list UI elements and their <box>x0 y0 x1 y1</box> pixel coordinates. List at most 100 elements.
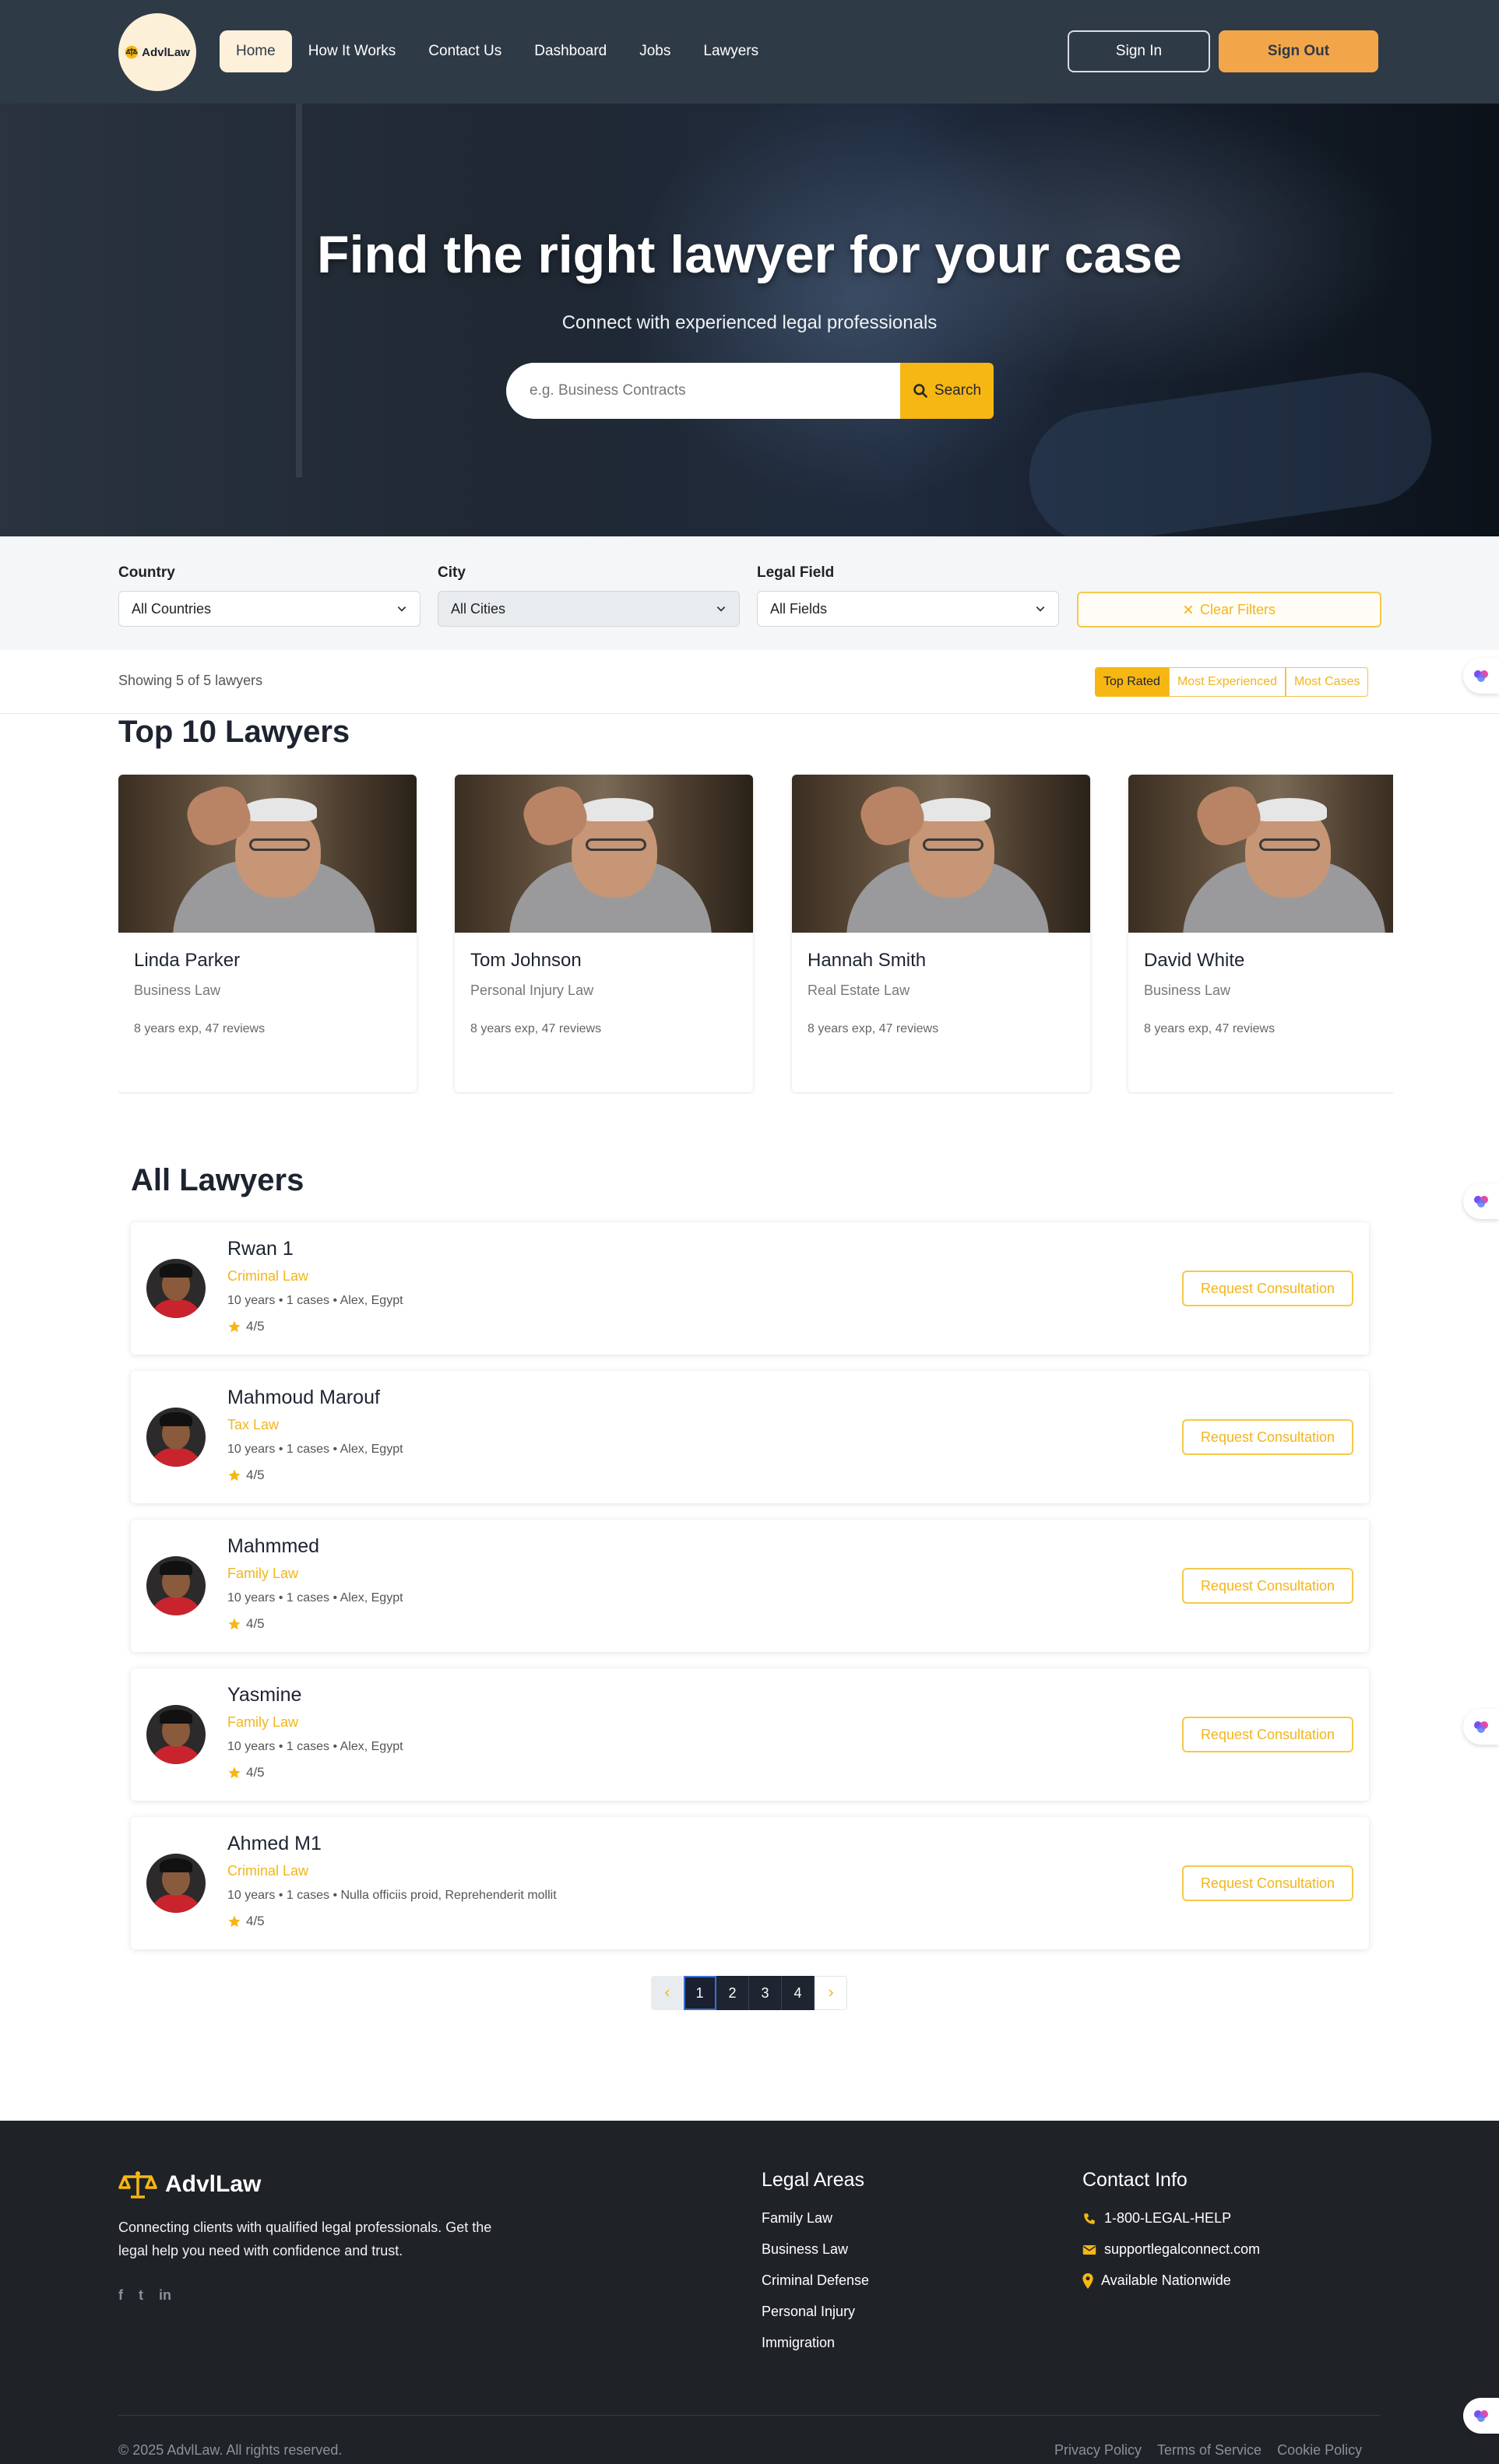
privacy-policy-link[interactable]: Privacy Policy <box>1054 2442 1142 2459</box>
assistant-bubble[interactable] <box>1463 658 1499 694</box>
lawyer-rating: 4/5 <box>227 1468 265 1483</box>
cookie-policy-link[interactable]: Cookie Policy <box>1277 2442 1362 2459</box>
contact-info-title: Contact Info <box>1082 2169 1188 2191</box>
page-4[interactable]: 4 <box>782 1976 815 2010</box>
logo-text: AdvlLaw <box>142 45 190 59</box>
top-lawyer-card[interactable]: Hannah Smith Real Estate Law 8 years exp… <box>792 775 1090 1092</box>
lawyer-name: David White <box>1144 950 1245 971</box>
lawyer-list-item[interactable]: Mahmoud Marouf Tax Law 10 years • 1 case… <box>131 1371 1369 1503</box>
lawyer-name: Hannah Smith <box>808 950 927 971</box>
rating-value: 4/5 <box>246 1468 265 1482</box>
lawyer-photo <box>792 775 1090 933</box>
request-consultation-button[interactable]: Request Consultation <box>1182 1271 1353 1306</box>
sign-in-button[interactable]: Sign In <box>1068 30 1210 72</box>
lawyer-name: Mahmoud Marouf <box>227 1387 380 1408</box>
twitter-icon[interactable]: t <box>139 2287 143 2304</box>
search-button[interactable]: Search <box>900 363 994 419</box>
contact-email: supportlegalconnect.com <box>1082 2241 1260 2258</box>
contact-location: Available Nationwide <box>1082 2272 1260 2289</box>
lawyer-meta: 10 years • 1 cases • Alex, Egypt <box>227 1294 403 1307</box>
footer: AdvlLaw Connecting clients with qualifie… <box>0 2121 1499 2464</box>
lawyer-meta: 10 years • 1 cases • Alex, Egypt <box>227 1443 403 1456</box>
request-consultation-button[interactable]: Request Consultation <box>1182 1865 1353 1901</box>
social-links: f t in <box>118 2287 171 2304</box>
avatar <box>146 1556 206 1615</box>
hero-title: Find the right lawyer for your case <box>317 225 1182 284</box>
legal-field-select[interactable]: All Fields <box>757 591 1059 627</box>
city-value: All Cities <box>451 600 506 617</box>
lawyer-name: Tom Johnson <box>470 950 582 971</box>
country-select[interactable]: All Countries <box>118 591 420 627</box>
rating-value: 4/5 <box>246 1319 265 1334</box>
linkedin-icon[interactable]: in <box>159 2287 171 2304</box>
lawyer-field: Real Estate Law <box>808 982 910 998</box>
nav-jobs[interactable]: Jobs <box>623 30 687 72</box>
nav-how-it-works[interactable]: How It Works <box>292 30 413 72</box>
nav-contact-us[interactable]: Contact Us <box>412 30 518 72</box>
assistant-bubble[interactable] <box>1463 2398 1499 2434</box>
page-1[interactable]: 1 <box>684 1976 716 2010</box>
lawyer-list-item[interactable]: Ahmed M1 Criminal Law 10 years • 1 cases… <box>131 1817 1369 1949</box>
legal-area-link[interactable]: Criminal Defense <box>762 2272 869 2289</box>
facebook-icon[interactable]: f <box>118 2287 123 2304</box>
request-consultation-button[interactable]: Request Consultation <box>1182 1717 1353 1752</box>
pagination: 1 2 3 4 <box>651 1976 847 2010</box>
assistant-bubble[interactable] <box>1463 1183 1499 1219</box>
nav-lawyers[interactable]: Lawyers <box>687 30 775 72</box>
clear-filters-button[interactable]: Clear Filters <box>1077 592 1381 627</box>
brain-icon <box>1474 1196 1488 1207</box>
lawyer-name: Yasmine <box>227 1684 302 1706</box>
request-consultation-button[interactable]: Request Consultation <box>1182 1568 1353 1604</box>
lawyer-experience: 8 years exp, 47 reviews <box>470 1022 602 1035</box>
map-pin-icon <box>1082 2272 1093 2289</box>
lawyer-field: Criminal Law <box>227 1863 309 1879</box>
search-input[interactable] <box>506 363 900 419</box>
legal-field-label: Legal Field <box>757 564 835 581</box>
legal-area-link[interactable]: Immigration <box>762 2335 869 2351</box>
legal-area-link[interactable]: Business Law <box>762 2241 869 2258</box>
chevron-down-icon <box>397 606 406 612</box>
search-button-label: Search <box>934 382 982 399</box>
page-3[interactable]: 3 <box>749 1976 782 2010</box>
lawyer-list-item[interactable]: Mahmmed Family Law 10 years • 1 cases • … <box>131 1520 1369 1652</box>
results-count: Showing 5 of 5 lawyers <box>118 673 263 688</box>
star-icon <box>228 1618 241 1630</box>
hero-section: Find the right lawyer for your case Conn… <box>0 104 1499 536</box>
lawyer-list-item[interactable]: Yasmine Family Law 10 years • 1 cases • … <box>131 1668 1369 1801</box>
sort-top-rated[interactable]: Top Rated <box>1095 667 1169 697</box>
lawyer-meta: 10 years • 1 cases • Alex, Egypt <box>227 1591 403 1605</box>
all-lawyers-title: All Lawyers <box>131 1163 304 1197</box>
top-lawyers-title: Top 10 Lawyers <box>118 715 350 749</box>
lawyer-field: Business Law <box>134 982 221 998</box>
logo[interactable]: AdvlLaw <box>118 13 196 91</box>
nav-dashboard[interactable]: Dashboard <box>518 30 623 72</box>
legal-area-link[interactable]: Family Law <box>762 2210 869 2227</box>
page-2[interactable]: 2 <box>716 1976 749 2010</box>
copyright: © 2025 AdvlLaw. All rights reserved. <box>118 2442 343 2458</box>
prev-page-button[interactable] <box>651 1976 684 2010</box>
chevron-right-icon <box>829 1989 834 1997</box>
city-select[interactable]: All Cities <box>438 591 740 627</box>
lawyer-photo <box>1128 775 1393 933</box>
legal-area-link[interactable]: Personal Injury <box>762 2304 869 2320</box>
lawyer-name: Ahmed M1 <box>227 1833 322 1854</box>
chevron-down-icon <box>1036 606 1045 612</box>
hero-subtitle: Connect with experienced legal professio… <box>561 312 938 333</box>
terms-of-service-link[interactable]: Terms of Service <box>1157 2442 1261 2459</box>
sort-options: Top Rated Most Experienced Most Cases <box>1095 667 1369 697</box>
sign-out-button[interactable]: Sign Out <box>1219 30 1378 72</box>
lawyer-list-item[interactable]: Rwan 1 Criminal Law 10 years • 1 cases •… <box>131 1222 1369 1355</box>
next-page-button[interactable] <box>815 1976 847 2010</box>
lawyer-field: Family Law <box>227 1566 299 1581</box>
sort-most-experienced[interactable]: Most Experienced <box>1168 667 1286 697</box>
request-consultation-button[interactable]: Request Consultation <box>1182 1419 1353 1455</box>
top-lawyer-card[interactable]: Tom Johnson Personal Injury Law 8 years … <box>455 775 753 1092</box>
assistant-bubble[interactable] <box>1463 1709 1499 1745</box>
scale-icon <box>125 45 139 59</box>
nav-home[interactable]: Home <box>220 30 292 72</box>
top-lawyer-card[interactable]: David White Business Law 8 years exp, 47… <box>1128 775 1393 1092</box>
country-filter: Country All Countries <box>118 564 420 627</box>
nav-links: Home How It Works Contact Us Dashboard J… <box>220 30 775 72</box>
top-lawyer-card[interactable]: Linda Parker Business Law 8 years exp, 4… <box>118 775 417 1092</box>
sort-most-cases[interactable]: Most Cases <box>1286 667 1369 697</box>
